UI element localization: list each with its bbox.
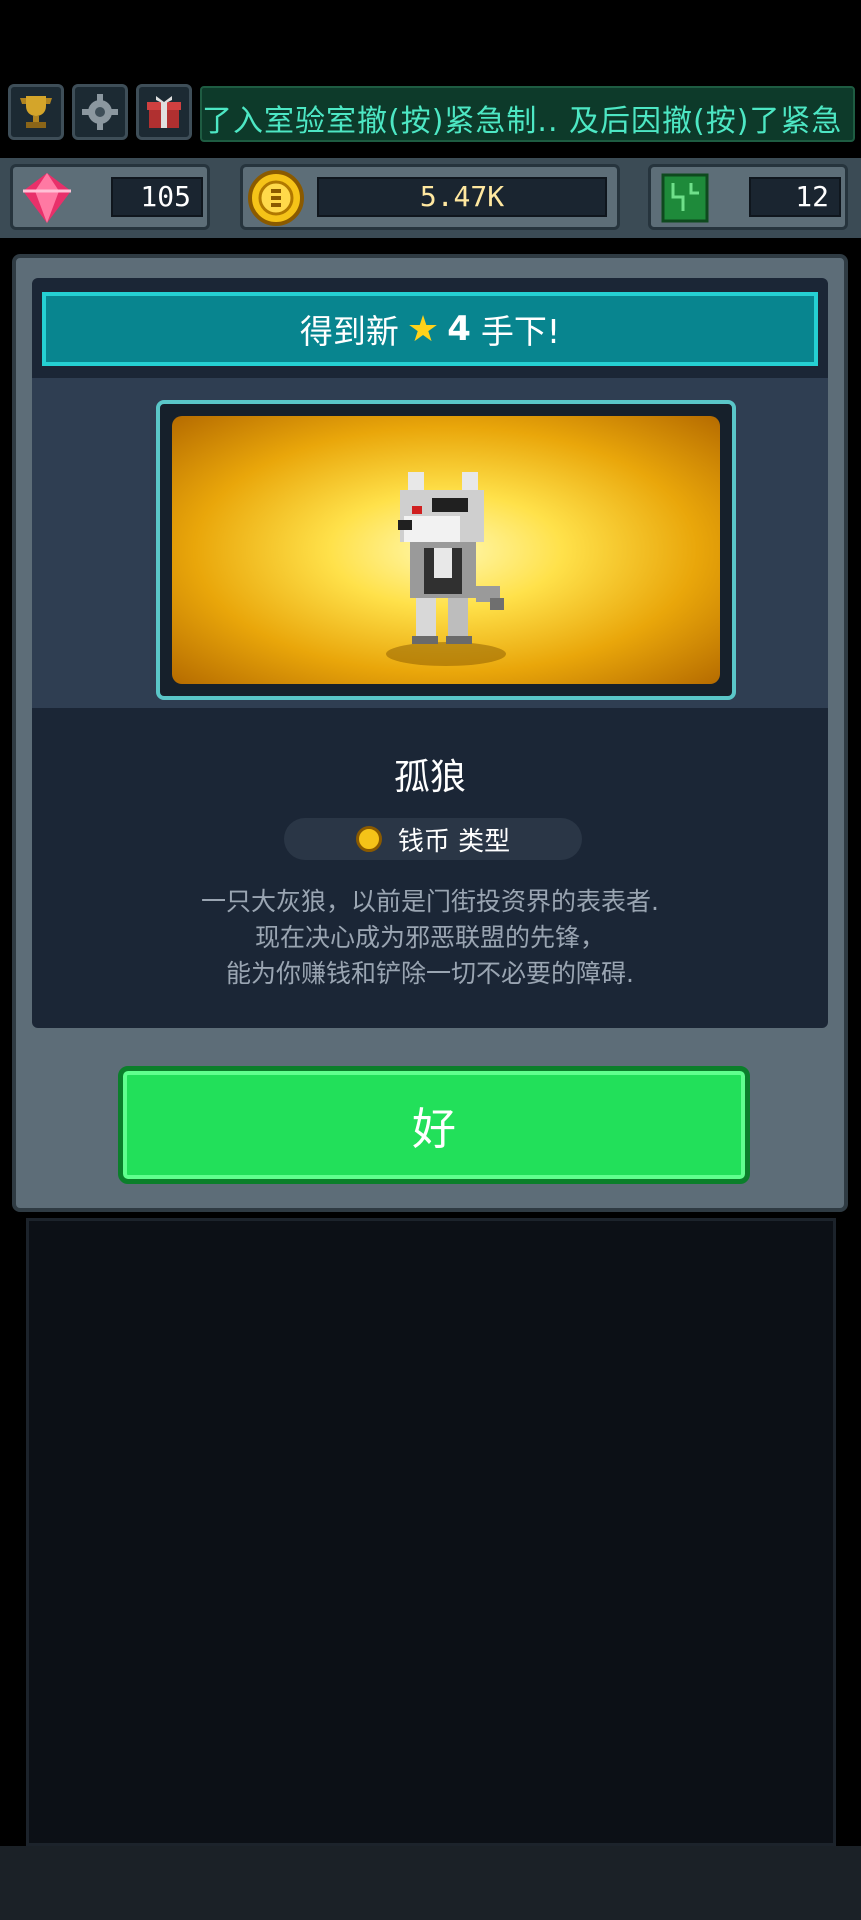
type-label: 钱币 类型 (397, 826, 511, 857)
coin-icon (248, 170, 304, 226)
reward-dialog: 得到新 ★ 4 手下! 孤狼 钱币 类型 一只大灰狼，以前是门街投资界的表表者.… (12, 254, 848, 1212)
star-icon: ★ (406, 308, 440, 350)
trophy-icon (20, 96, 52, 128)
ok-button-label: 好 (412, 1104, 456, 1155)
settings-button[interactable] (72, 84, 128, 140)
description-line: 能为你赚钱和铲除一切不必要的障碍. (226, 959, 634, 988)
minion-description: 一只大灰狼，以前是门街投资界的表表者. 现在决心成为邪恶联盟的先锋， 能为你赚钱… (32, 884, 828, 992)
chip-icon (661, 173, 709, 223)
top-bar: 了入室验室撤(按)紧急制.. 及后因撤(按)了紧急 (0, 78, 861, 150)
news-ticker: 了入室验室撤(按)紧急制.. 及后因撤(按)了紧急 (200, 86, 855, 142)
gear-icon (82, 94, 118, 130)
portrait-well (32, 378, 828, 708)
description-line: 一只大灰狼，以前是门街投资界的表表者. (201, 887, 659, 916)
dialog-title-banner: 得到新 ★ 4 手下! (42, 292, 818, 366)
description-line: 现在决心成为邪恶联盟的先锋， (254, 923, 605, 952)
coin-count: 5.47K (317, 177, 607, 217)
minion-name: 孤狼 (393, 757, 466, 798)
title-prefix: 得到新 (299, 312, 399, 351)
gift-icon (147, 96, 181, 128)
minion-portrait-frame (156, 400, 736, 700)
gift-button[interactable] (136, 84, 192, 140)
resource-bar: 105 5.47K 12 (0, 158, 861, 238)
portrait-glow-background (172, 416, 720, 684)
gem-icon (23, 173, 71, 223)
gem-counter[interactable]: 105 (10, 164, 210, 230)
star-count: 4 (447, 309, 471, 349)
wolf-sprite (386, 472, 506, 666)
chip-count: 12 (749, 177, 841, 217)
ticker-text: 了入室验室撤(按)紧急制.. 及后因撤(按)了紧急 (202, 104, 843, 139)
ok-button[interactable]: 好 (118, 1066, 750, 1184)
coin-counter[interactable]: 5.47K (240, 164, 620, 230)
empty-background-area (26, 1218, 836, 1846)
dialog-content: 得到新 ★ 4 手下! 孤狼 钱币 类型 一只大灰狼，以前是门街投资界的表表者.… (32, 278, 828, 1028)
minion-type-badge: 钱币 类型 (284, 818, 582, 860)
gem-count: 105 (111, 177, 203, 217)
trophy-button[interactable] (8, 84, 64, 140)
title-suffix: 手下! (480, 312, 561, 351)
coin-type-icon (355, 826, 382, 852)
chip-counter[interactable]: 12 (648, 164, 848, 230)
bottom-frame (0, 1846, 861, 1920)
